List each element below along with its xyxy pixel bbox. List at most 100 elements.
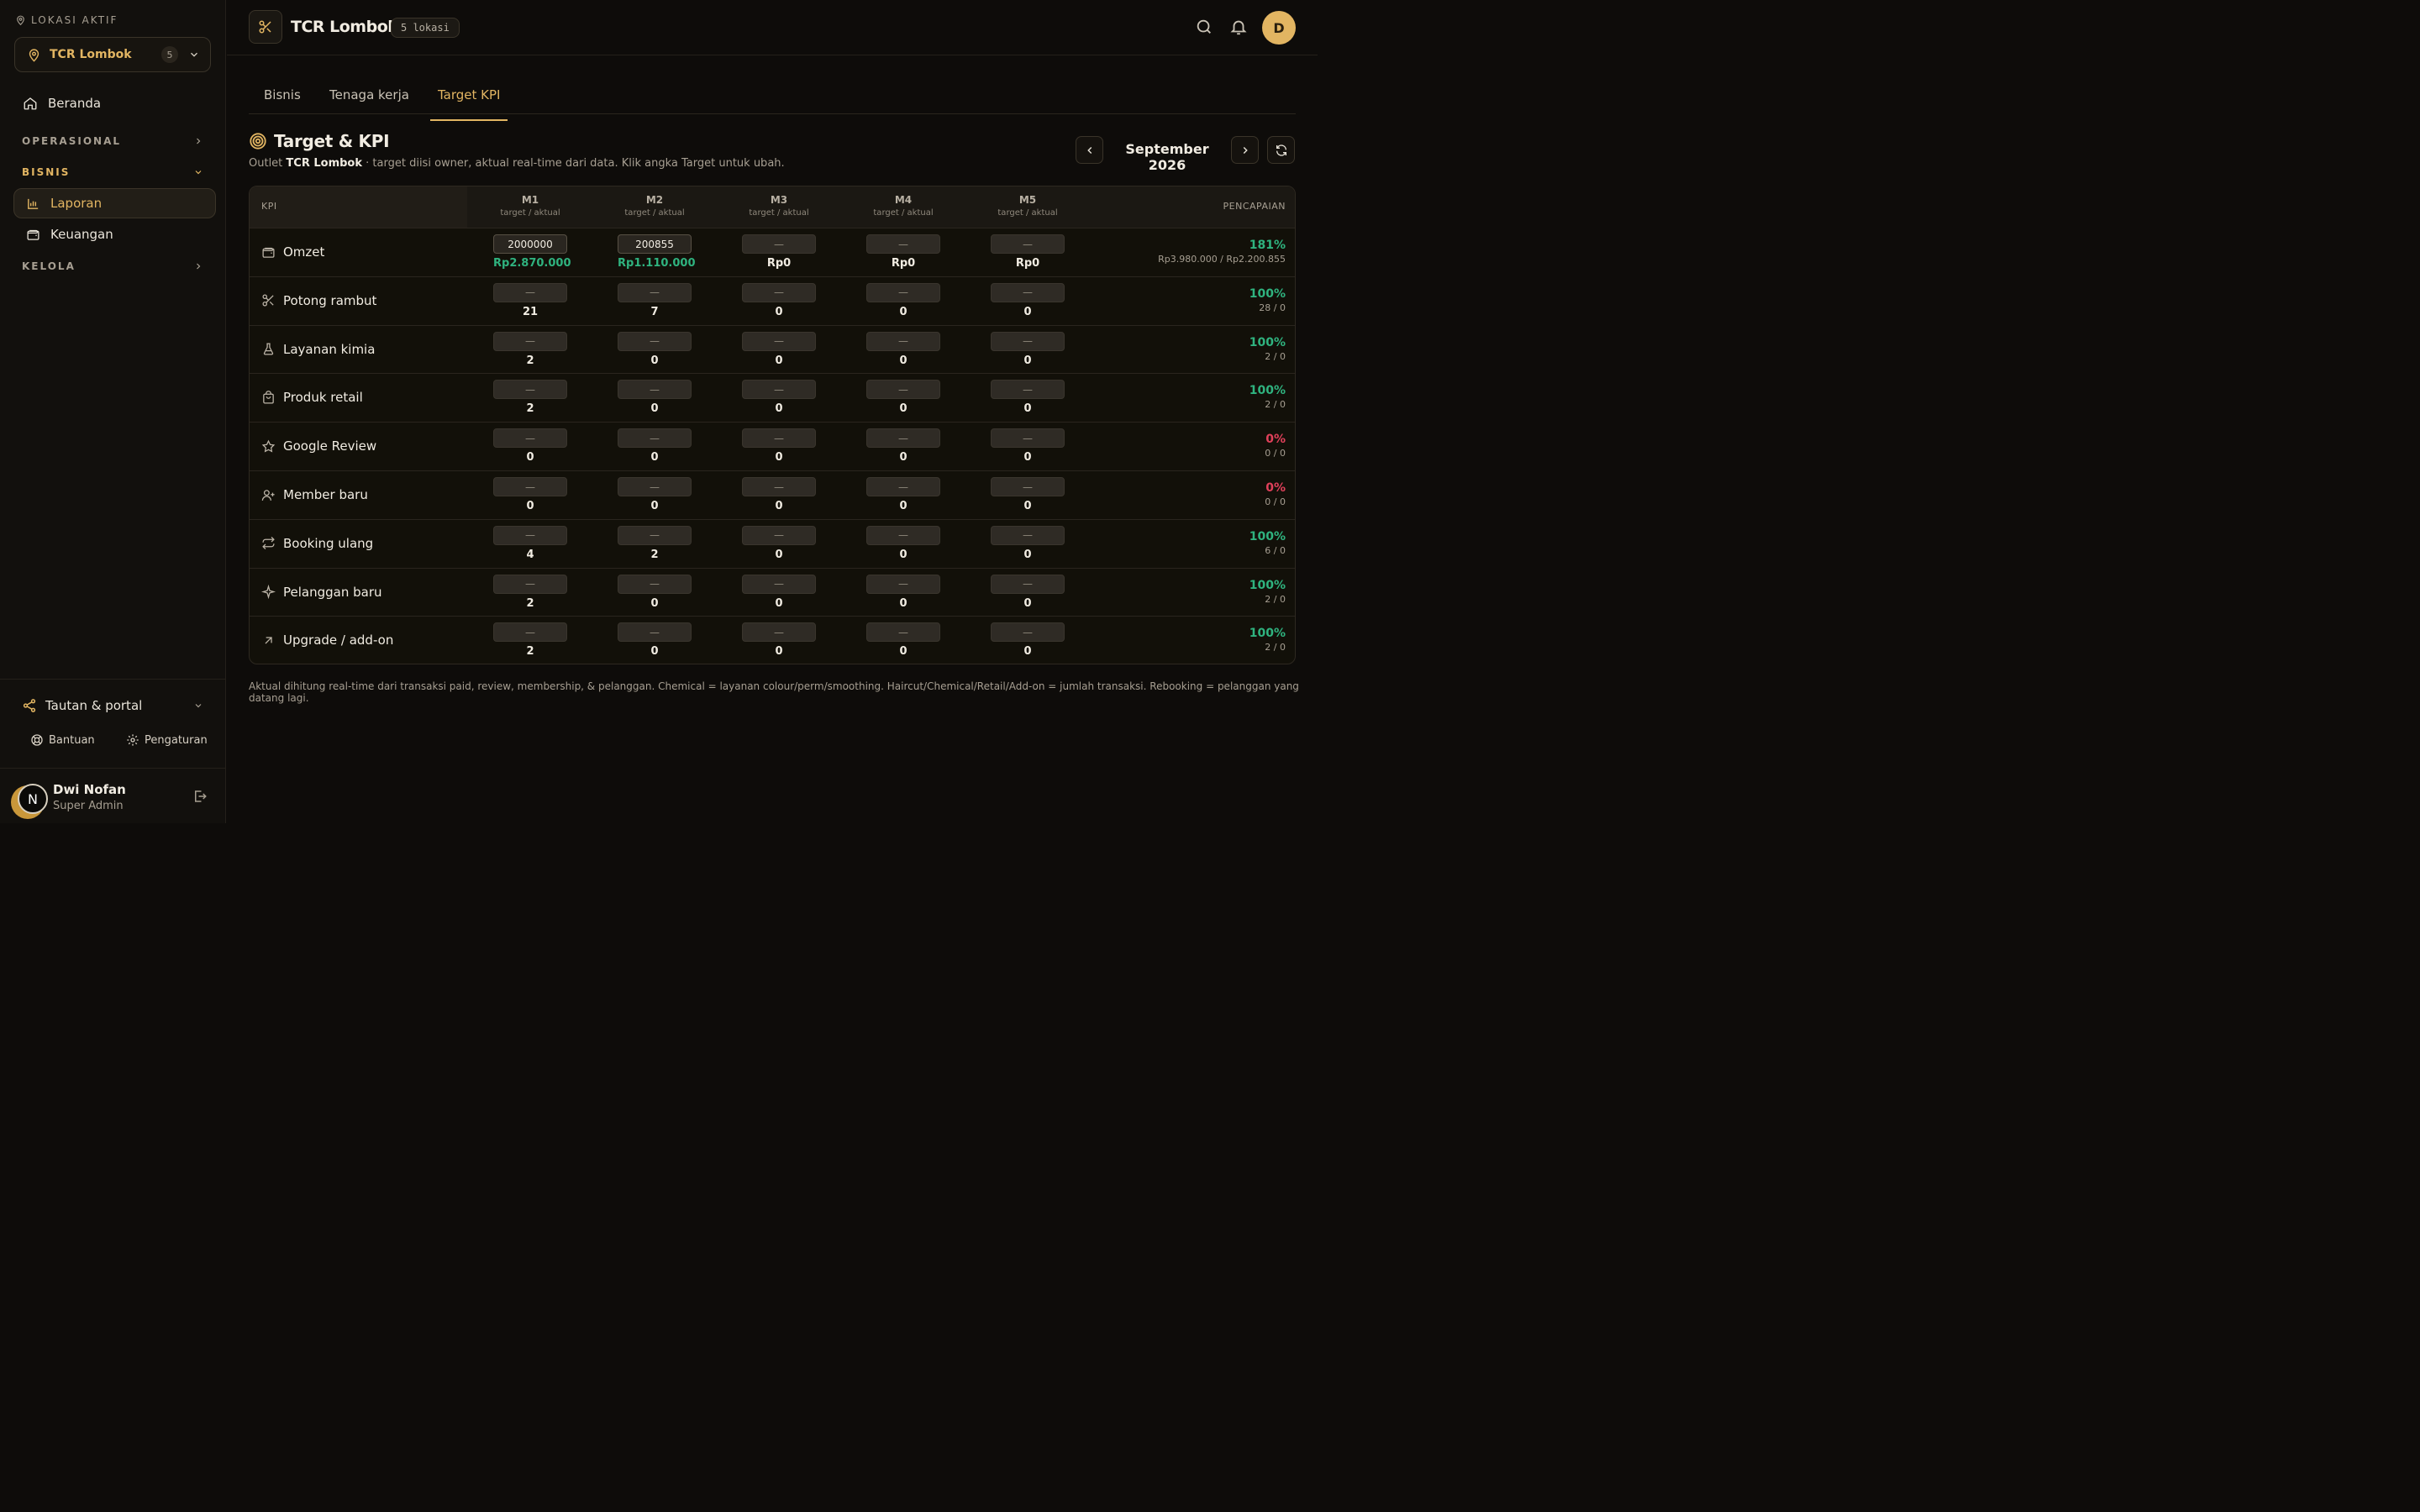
chevron-down-icon — [193, 167, 203, 177]
target-input[interactable]: — — [991, 622, 1065, 643]
target-input[interactable]: 2000000 — [493, 234, 567, 254]
kpi-name: Layanan kimia — [283, 341, 376, 357]
column-header-m4: M4 target / aktual — [853, 194, 954, 218]
target-input[interactable]: — — [991, 525, 1065, 545]
target-input[interactable]: — — [866, 477, 940, 496]
active-location-text: LOKASI AKTIF — [31, 14, 118, 26]
section-operasional[interactable]: OPERASIONAL — [22, 135, 203, 147]
location-select[interactable]: TCR Lombok 5 — [14, 37, 211, 72]
sidebar: LOKASI AKTIF TCR Lombok 5 Beranda OPERAS… — [0, 0, 226, 823]
actual-value: 0 — [650, 354, 659, 367]
target-input[interactable]: — — [742, 622, 816, 643]
actual-value: 2 — [526, 596, 534, 610]
target-input[interactable]: — — [866, 380, 940, 400]
kpi-cell-m1: —2 — [493, 380, 567, 415]
actual-value: Rp0 — [766, 257, 792, 270]
target-input[interactable]: 200855 — [618, 234, 692, 254]
target-input[interactable]: — — [618, 282, 692, 302]
target-input[interactable]: — — [493, 574, 567, 594]
target-input[interactable]: — — [866, 234, 940, 254]
target-input[interactable]: — — [991, 428, 1065, 449]
actual-value: 0 — [899, 451, 908, 465]
kpi-cell-m5: —0 — [991, 525, 1065, 561]
search-icon[interactable] — [1195, 18, 1213, 36]
achievement: 100% 2 / 0 — [1249, 579, 1286, 605]
target-input[interactable]: — — [493, 622, 567, 643]
target-input[interactable]: — — [991, 477, 1065, 496]
target-input[interactable]: — — [742, 380, 816, 400]
help-button[interactable]: Bantuan — [30, 733, 95, 747]
section-bisnis[interactable]: BISNIS — [22, 166, 203, 178]
kpi-cell-m5: —0 — [991, 282, 1065, 318]
target-input[interactable]: — — [618, 477, 692, 496]
kpi-name: Upgrade / add-on — [283, 633, 394, 648]
target-input[interactable]: — — [742, 525, 816, 545]
target-input[interactable]: — — [493, 331, 567, 351]
avatar[interactable]: N — [11, 777, 48, 819]
table-row: Member baru —0—0—0—0—0 0% 0 / 0 — [250, 470, 1295, 519]
column-name: M5 — [1018, 194, 1037, 206]
target-input[interactable]: — — [742, 574, 816, 594]
nav-laporan-label: Laporan — [50, 196, 103, 211]
target-input[interactable]: — — [742, 282, 816, 302]
actual-value: 0 — [526, 500, 534, 512]
target-input[interactable]: — — [866, 574, 940, 594]
target-input[interactable]: — — [866, 428, 940, 449]
tab-tenaga-kerja[interactable]: Tenaga kerja — [329, 87, 409, 114]
links-portal-toggle[interactable]: Tautan & portal — [22, 698, 203, 713]
target-input[interactable]: — — [618, 331, 692, 351]
refresh-button[interactable] — [1267, 136, 1295, 164]
target-input[interactable]: — — [991, 380, 1065, 400]
section-kelola-label: KELOLA — [22, 260, 76, 272]
kpi-cell-m5: —0 — [991, 428, 1065, 464]
achievement-ratio: 2 / 0 — [1265, 399, 1286, 411]
settings-button[interactable]: Pengaturan — [126, 733, 208, 747]
target-input[interactable]: — — [493, 380, 567, 400]
kpi-cell-m1: —2 — [493, 331, 567, 367]
bell-icon[interactable] — [1229, 18, 1248, 36]
nav-home[interactable]: Beranda — [14, 88, 216, 118]
target-input[interactable]: — — [742, 477, 816, 496]
actual-value: 2 — [526, 645, 534, 659]
kpi-cell-m2: 200855 Rp1.110.000 — [618, 234, 696, 270]
prev-month-button[interactable] — [1076, 136, 1103, 164]
subtitle-prefix: Outlet — [249, 157, 283, 170]
target-input[interactable]: — — [618, 622, 692, 643]
target-input[interactable]: — — [866, 282, 940, 302]
target-input[interactable]: — — [991, 282, 1065, 302]
target-input[interactable]: — — [618, 574, 692, 594]
target-input[interactable]: — — [618, 525, 692, 545]
target-input[interactable]: — — [618, 380, 692, 400]
target-input[interactable]: — — [866, 525, 940, 545]
achievement: 181% Rp3.980.000 / Rp2.200.855 — [1158, 239, 1286, 265]
target-input[interactable]: — — [618, 428, 692, 449]
scissors-logo-button[interactable] — [249, 10, 282, 44]
tab-target-kpi[interactable]: Target KPI — [430, 87, 508, 121]
target-input[interactable]: — — [991, 331, 1065, 351]
gear-icon — [126, 733, 139, 747]
target-input[interactable]: — — [493, 477, 567, 496]
kpi-cell-m4: —0 — [866, 331, 940, 367]
section-kelola[interactable]: KELOLA — [22, 260, 203, 272]
nav-keuangan[interactable]: Keuangan — [14, 219, 216, 249]
target-input[interactable]: — — [493, 525, 567, 545]
target-input[interactable]: — — [866, 331, 940, 351]
user-name: Dwi Nofan — [53, 782, 126, 797]
target-input[interactable]: — — [866, 622, 940, 643]
kpi-label: Member baru — [261, 487, 368, 502]
user-avatar-button[interactable]: D — [1262, 11, 1296, 45]
target-input[interactable]: — — [742, 331, 816, 351]
tab-bisnis[interactable]: Bisnis — [264, 87, 301, 114]
target-input[interactable]: — — [991, 234, 1065, 254]
logout-icon[interactable] — [192, 789, 208, 804]
achievement-percent: 0% — [1265, 433, 1286, 447]
sparkle-icon — [261, 585, 276, 600]
target-input[interactable]: — — [742, 428, 816, 449]
target-input[interactable]: — — [742, 234, 816, 254]
target-input[interactable]: — — [991, 574, 1065, 594]
next-month-button[interactable] — [1231, 136, 1259, 164]
nav-laporan[interactable]: Laporan — [13, 188, 216, 218]
target-input[interactable]: — — [493, 282, 567, 302]
target-input[interactable]: — — [493, 428, 567, 449]
achievement-percent: 0% — [1265, 481, 1286, 495]
